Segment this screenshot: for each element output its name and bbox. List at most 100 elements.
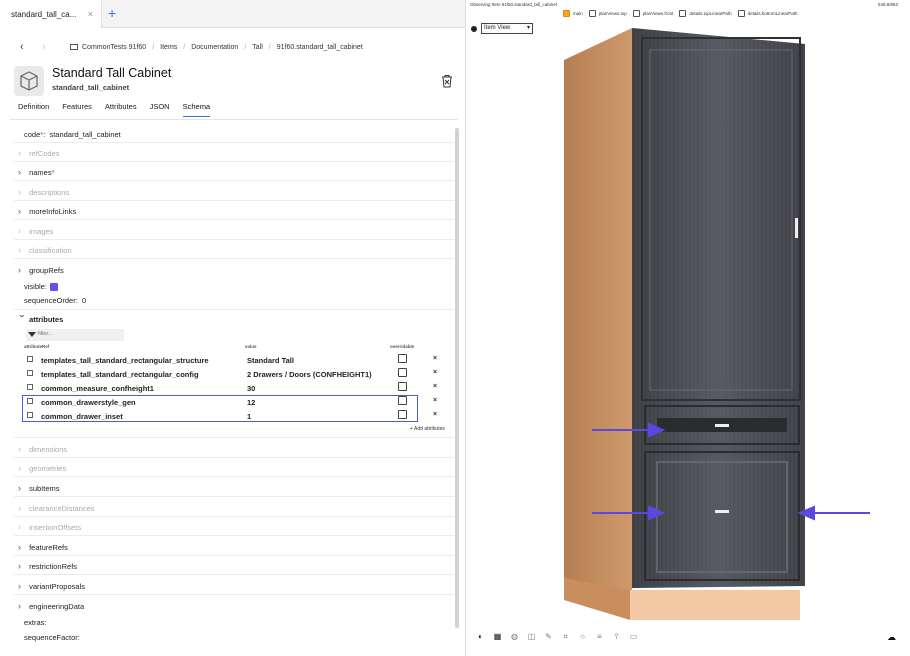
remove-icon[interactable]: × xyxy=(433,383,437,390)
sequence-order-field: sequenceOrder: 0 xyxy=(24,296,87,305)
sequence-factor-field: sequenceFactor: xyxy=(24,633,80,642)
door-handle xyxy=(795,218,798,238)
tree-node-names[interactable]: › names* xyxy=(18,167,55,177)
tree-node-attributes[interactable]: › attributes xyxy=(18,314,64,325)
cabinet-base xyxy=(630,590,800,620)
scrollbar[interactable] xyxy=(455,128,459,628)
attribute-ref: templates_tall_standard_rectangular_stru… xyxy=(41,356,209,365)
tree-node-variantproposals[interactable]: › variantProposals xyxy=(18,581,85,591)
attribute-ref: common_measure_confheight1 xyxy=(41,384,154,393)
list-icon[interactable]: ≡ xyxy=(591,632,608,642)
table-row[interactable]: templates_tall_standard_rectangular_stru… xyxy=(24,354,452,367)
document-tab[interactable]: standard_tall_ca... × xyxy=(0,0,102,28)
tree-node-refcodes[interactable]: › refCodes xyxy=(18,148,60,158)
chevron-right-icon: › xyxy=(18,167,21,177)
render-icon[interactable]: ◍ xyxy=(506,632,523,642)
chevron-right-icon: › xyxy=(18,483,21,493)
cabinet-front xyxy=(632,28,805,588)
external-link-icon[interactable] xyxy=(27,384,33,390)
external-link-icon[interactable] xyxy=(27,356,33,362)
camera-icon[interactable]: ◐ xyxy=(472,632,489,642)
tab-definition[interactable]: Definition xyxy=(18,102,49,117)
chevron-right-icon: › xyxy=(18,601,21,611)
new-tab-button[interactable]: + xyxy=(108,5,116,21)
code-label: code xyxy=(24,130,41,139)
cloud-icon[interactable]: ☁ xyxy=(887,632,896,643)
viewer-toolbar: ◐ ▦ ◍ ◫ ✎ ⌗ ○ ≡ ⫯ ▭ xyxy=(472,632,642,642)
back-button[interactable]: ‹ xyxy=(20,41,42,53)
remove-icon[interactable]: × xyxy=(433,411,437,418)
tab-attributes[interactable]: Attributes xyxy=(105,102,137,117)
tree-node-moreinfolinks[interactable]: › moreInfoLinks xyxy=(18,206,76,216)
layers-icon[interactable]: ▭ xyxy=(625,632,642,642)
tab-schema[interactable]: Schema xyxy=(182,102,211,117)
tab-json[interactable]: JSON xyxy=(150,102,170,117)
filter-icon xyxy=(28,332,36,337)
table-row[interactable]: common_measure_confheight1 30 × xyxy=(24,382,452,395)
item-code: standard_tall_cabinet xyxy=(52,83,130,92)
tab-bar: standard_tall_ca... × + xyxy=(0,0,465,28)
left-panel: standard_tall_ca... × + ‹ › CommonTests … xyxy=(0,0,466,656)
breadcrumb-item[interactable]: Items xyxy=(160,44,177,51)
overridable-checkbox[interactable] xyxy=(398,382,407,391)
table-row[interactable]: templates_tall_standard_rectangular_conf… xyxy=(24,368,452,381)
breadcrumb-item[interactable]: CommonTests 91f60 xyxy=(82,44,146,51)
remove-icon[interactable]: × xyxy=(433,397,437,404)
cabinet-3d-view[interactable] xyxy=(467,0,910,630)
tree-node-restrictionrefs[interactable]: › restrictionRefs xyxy=(18,561,77,571)
tree-node-classification[interactable]: › classification xyxy=(18,245,72,255)
tree-node-clearancedistances[interactable]: › clearanceDistances xyxy=(18,503,95,513)
remove-icon[interactable]: × xyxy=(433,369,437,376)
attribute-ref: templates_tall_standard_rectangular_conf… xyxy=(41,370,199,379)
chevron-right-icon: › xyxy=(18,265,21,275)
trash-icon[interactable] xyxy=(440,74,454,88)
tree-node-engineeringdata[interactable]: › engineeringData xyxy=(18,601,84,611)
viewer-panel: Observing Item 91f60.standard_tall_cabin… xyxy=(467,0,910,656)
tree-node-geometries[interactable]: › geometries xyxy=(18,463,66,473)
forward-button[interactable]: › xyxy=(42,41,64,53)
tree-node-insertionoffsets[interactable]: › insertionOffsets xyxy=(18,522,81,532)
breadcrumb-item[interactable]: 91f60.standard_tall_cabinet xyxy=(277,44,363,51)
drawer-handle xyxy=(715,510,729,513)
overridable-checkbox[interactable] xyxy=(398,354,407,363)
visible-checkbox[interactable] xyxy=(49,283,58,292)
attribute-value: Standard Tall xyxy=(247,356,294,365)
hierarchy-icon[interactable]: ⫯ xyxy=(608,632,625,642)
overridable-checkbox[interactable] xyxy=(398,368,407,377)
external-link-icon[interactable] xyxy=(27,370,33,376)
chevron-right-icon: › xyxy=(18,245,21,255)
chevron-right-icon: › xyxy=(18,463,21,473)
chevron-right-icon: › xyxy=(18,444,21,454)
tree-node-featurerefs[interactable]: › featureRefs xyxy=(18,542,68,552)
tab-features[interactable]: Features xyxy=(62,102,92,117)
add-attributes-button[interactable]: + Add attributes xyxy=(410,426,445,432)
breadcrumb-item[interactable]: Tall xyxy=(252,44,263,51)
col-header-value: value xyxy=(245,344,257,349)
cube-icon[interactable]: ◫ xyxy=(523,632,540,642)
crop-icon[interactable]: ⌗ xyxy=(557,632,574,642)
tab-title: standard_tall_ca... xyxy=(11,9,77,19)
tree-node-dimensions[interactable]: › dimensions xyxy=(18,444,67,454)
section-tabs: Definition Features Attributes JSON Sche… xyxy=(18,102,223,117)
tab-close-icon[interactable]: × xyxy=(88,9,93,19)
tree-node-descriptions[interactable]: › descriptions xyxy=(18,187,69,197)
tree-node-grouprefs[interactable]: › groupRefs xyxy=(18,265,64,275)
breadcrumb-item[interactable]: Documentation xyxy=(191,44,238,51)
tree-node-subitems[interactable]: › subItems xyxy=(18,483,60,493)
chevron-right-icon: › xyxy=(18,581,21,591)
attribute-value: 2 Drawers / Doors (CONFHEIGHT1) xyxy=(247,370,372,379)
extras-field: extras: xyxy=(24,618,47,627)
attribute-value: 30 xyxy=(247,384,256,393)
brush-icon[interactable]: ✎ xyxy=(540,632,557,642)
breadcrumb: ‹ › CommonTests 91f60 / Items / Document… xyxy=(20,41,363,53)
chevron-right-icon: › xyxy=(18,226,21,236)
cube-icon xyxy=(14,66,44,96)
tree-node-images[interactable]: › images xyxy=(18,226,53,236)
drawer-handle xyxy=(715,424,729,427)
filter-input[interactable]: filter... xyxy=(26,329,124,341)
grid-icon[interactable]: ▦ xyxy=(489,632,506,642)
code-field: code*: standard_tall_cabinet xyxy=(24,130,121,139)
code-value[interactable]: standard_tall_cabinet xyxy=(49,130,120,139)
circle-icon[interactable]: ○ xyxy=(574,632,591,642)
remove-icon[interactable]: × xyxy=(433,355,437,362)
